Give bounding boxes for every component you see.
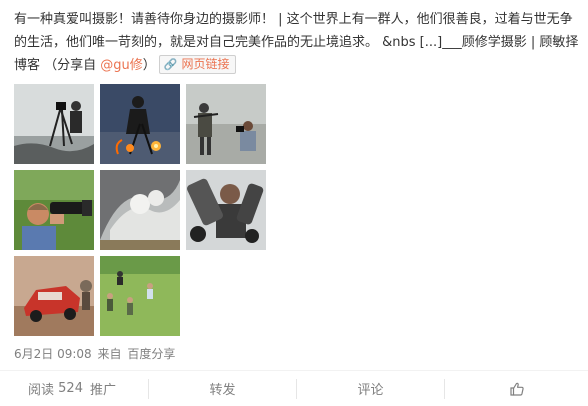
- image-thumb-2[interactable]: [100, 84, 180, 164]
- image-grid: [14, 84, 266, 336]
- post-body-tail: ）: [142, 58, 156, 73]
- action-bar: 阅读 524 推广 转发 评论: [0, 370, 588, 406]
- web-link-button[interactable]: 🔗 网页链接: [158, 55, 236, 74]
- post-from-label: 来自: [97, 347, 122, 361]
- post-text: 有一种真爱叫摄影！请善待你身边的摄影师！ | 这个世界上有一群人，他们很善良，过…: [14, 8, 580, 77]
- image-thumb-7[interactable]: [14, 256, 94, 336]
- people-running-field-image: [100, 256, 180, 336]
- image-thumb-4[interactable]: [14, 170, 94, 250]
- soldiers-photographers-image: [186, 84, 266, 164]
- post-date[interactable]: 6月2日 09:08: [14, 347, 92, 361]
- image-thumb-3[interactable]: [186, 84, 266, 164]
- crashing-wave-image: [100, 170, 180, 250]
- link-icon: 🔗: [163, 58, 178, 71]
- image-thumb-5[interactable]: [100, 170, 180, 250]
- comment-button[interactable]: 评论: [297, 379, 444, 399]
- share-label: 转发: [209, 383, 236, 398]
- post-meta: 6月2日 09:08 来自 百度分享: [14, 345, 177, 362]
- image-thumb-6[interactable]: [186, 170, 266, 250]
- photographer-big-lens-image: [186, 170, 266, 250]
- promote-button[interactable]: 推广: [90, 379, 148, 399]
- read-count: 阅读 524: [0, 379, 90, 399]
- thumbs-up-icon: [509, 382, 524, 396]
- post-source[interactable]: 百度分享: [127, 347, 175, 361]
- post-body: 有一种真爱叫摄影！请善待你身边的摄影师！ | 这个世界上有一群人，他们很善良，过…: [14, 12, 579, 73]
- image-thumb-8[interactable]: [100, 256, 180, 336]
- read-label: 阅读: [28, 383, 55, 398]
- image-thumb-1[interactable]: [14, 84, 94, 164]
- web-link-label: 网页链接: [181, 57, 230, 71]
- photographer-tripod-image: [14, 84, 94, 164]
- share-button[interactable]: 转发: [149, 379, 296, 399]
- car-crash-image: [14, 256, 94, 336]
- comment-label: 评论: [357, 383, 384, 398]
- photographer-telephoto-image: [14, 170, 94, 250]
- like-button[interactable]: [445, 379, 588, 399]
- photographer-flares-image: [100, 84, 180, 164]
- mention-link[interactable]: @gu修: [100, 58, 143, 73]
- promote-label: 推广: [90, 383, 117, 398]
- read-count-value: 524: [58, 381, 83, 396]
